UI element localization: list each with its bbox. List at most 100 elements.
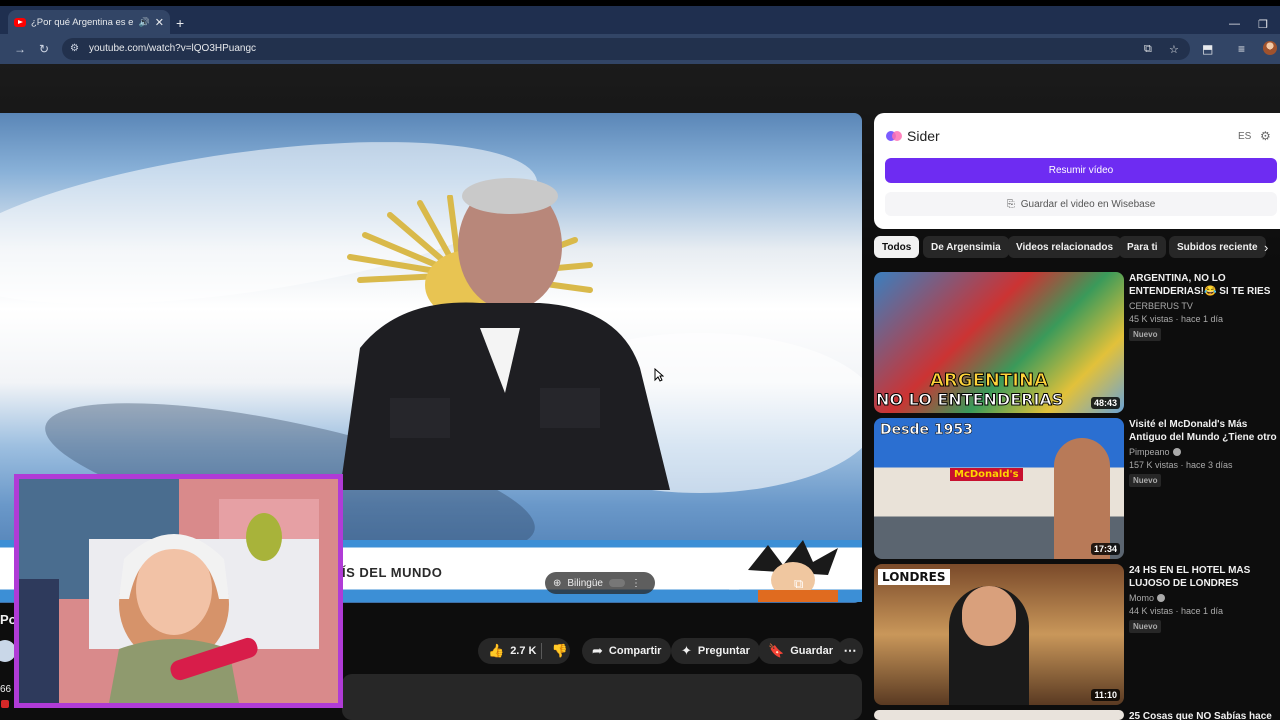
save-to-wisebase-button[interactable]: ⎘ Guardar el video en Wisebase	[885, 192, 1277, 216]
minimize-icon[interactable]: —	[1229, 18, 1240, 30]
recommendation-title[interactable]: ARGENTINA, NO LO ENTENDERIAS!😂 SI TE RIE…	[1129, 272, 1279, 298]
duration-badge: 48:43	[1090, 397, 1120, 409]
sider-title: Sider	[907, 128, 940, 144]
person-face	[962, 586, 1016, 646]
person-figure	[1054, 438, 1110, 559]
save-label: Guardar	[790, 645, 833, 657]
tab-title: ¿Por qué Argentina es el M	[31, 16, 134, 28]
bookmark-icon: 🔖	[768, 643, 785, 658]
new-tab-plus-icon[interactable]: +	[176, 15, 184, 31]
cast-icon[interactable]: ⧉	[1144, 43, 1152, 56]
forward-icon[interactable]: →	[14, 42, 26, 56]
description-box[interactable]	[342, 674, 862, 720]
thumbs-up-icon: 👍	[488, 643, 505, 658]
share-label: Compartir	[608, 645, 662, 657]
recommendation-thumbnail[interactable]: Desde 1953 McDonald's 17:34	[874, 418, 1124, 559]
recommendation-meta: 44 K vistas · hace 1 día	[1129, 606, 1224, 616]
verified-icon	[1157, 594, 1166, 602]
translate-icon: ⊕	[553, 577, 562, 589]
recommendation-channel[interactable]: CERBERUS TV	[1129, 301, 1279, 311]
more-vert-icon[interactable]: ⋮	[631, 578, 641, 589]
sider-language[interactable]: ES	[1238, 131, 1251, 142]
like-divider	[541, 643, 542, 659]
chip-para-ti[interactable]: Para ti	[1119, 236, 1166, 258]
browser-toolbar: → ↻ ⚙ youtube.com/watch?v=lQO3HPuangc ⧉ …	[0, 34, 1280, 64]
verified-icon	[1172, 448, 1181, 456]
recommendation-thumbnail[interactable]: ARGENTINA NO LO ENTENDERIAS 48:43	[874, 272, 1124, 413]
channel-name: Pimpeano	[1129, 447, 1170, 457]
recommendation-channel[interactable]: Pimpeano	[1129, 447, 1279, 457]
youtube-favicon-icon	[14, 17, 26, 27]
wisebase-label: Guardar el video en Wisebase	[1020, 198, 1156, 210]
chip-todos[interactable]: Todos	[874, 236, 920, 258]
chip-subidos-recientes[interactable]: Subidos reciente	[1169, 236, 1266, 258]
sider-settings-icon[interactable]: ⚙	[1260, 129, 1271, 143]
tab-close-icon[interactable]: ✕	[155, 16, 164, 29]
recommendation-meta: 157 K vistas · hace 3 días	[1129, 460, 1233, 470]
bilingual-toggle[interactable]	[608, 579, 625, 587]
recommendation-title[interactable]: 25 Cosas que NO Sabías hace 5	[1129, 710, 1279, 720]
ask-button[interactable]: ✦ Preguntar	[671, 638, 760, 664]
banner-text: ÍS DEL MUNDO	[342, 565, 443, 580]
streamer-webcam-image	[19, 479, 338, 703]
recommendation-info[interactable]: 24 HS EN EL HOTEL MAS LUJOSO DE LONDRES …	[1129, 564, 1279, 634]
tab-bar: ¿Por qué Argentina es el M 🔊 ✕ + — ❐	[0, 6, 1280, 34]
autoplay-toggle-icon[interactable]: ⏵	[699, 576, 706, 592]
duration-badge: 17:34	[1090, 543, 1120, 555]
address-bar[interactable]: ⚙ youtube.com/watch?v=lQO3HPuangc ⧉ ☆	[62, 38, 1190, 60]
restore-icon[interactable]: ❐	[1258, 18, 1268, 31]
subtitle-mode-pill[interactable]: ⊕ Bilingüe ⋮	[545, 572, 655, 594]
thumbnail-caption: ARGENTINA	[930, 370, 1049, 392]
new-badge: Nuevo	[1129, 620, 1162, 633]
profile-avatar[interactable]	[1263, 41, 1277, 55]
thumbnail-caption: McDonald's	[950, 468, 1023, 481]
chip-de-argensimia[interactable]: De Argensimia	[923, 236, 1009, 258]
thumbs-down-icon: 👎	[551, 643, 569, 658]
share-icon: ➦	[592, 643, 603, 658]
channel-name: Momo	[1129, 593, 1155, 603]
channel-name: CERBERUS TV	[1129, 301, 1193, 311]
sparkle-icon: ✦	[681, 643, 692, 658]
thumbnail-caption: LONDRES	[878, 569, 950, 585]
recommendation-info[interactable]: ARGENTINA, NO LO ENTENDERIAS!😂 SI TE RIE…	[1129, 272, 1279, 342]
thumbnail-caption: NO LO ENTENDERIAS	[875, 390, 1064, 410]
thumbnail-caption: Desde 1953	[880, 422, 973, 439]
recommendation-info[interactable]: Visité el McDonald's Más Antiguo del Mun…	[1129, 418, 1279, 488]
more-actions-icon[interactable]: ⋯	[837, 638, 863, 664]
subtitles-icon[interactable]: ▤	[728, 576, 740, 592]
captions-label: Bilingüe	[567, 577, 603, 589]
recommendation-channel[interactable]: Momo	[1129, 593, 1279, 603]
dislike-button[interactable]: 👎	[548, 638, 572, 664]
summarize-video-button[interactable]: Resumir vídeo	[885, 158, 1277, 183]
like-count: 2.7 K	[510, 645, 537, 657]
star-icon[interactable]: ☆	[1169, 43, 1179, 56]
new-badge: Nuevo	[1129, 474, 1162, 487]
media-icon[interactable]: ≡	[1238, 42, 1245, 56]
chip-videos-relacionados[interactable]: Videos relacionados	[1008, 236, 1122, 258]
miniplayer-icon[interactable]: ⧉	[794, 576, 803, 592]
recommendation-thumbnail[interactable]	[874, 710, 1124, 720]
audio-icon[interactable]: 🔊	[139, 17, 150, 28]
man-in-black-shirt	[340, 178, 670, 490]
chevron-right-icon[interactable]: ›	[1264, 240, 1268, 255]
reload-icon[interactable]: ↻	[39, 42, 49, 56]
share-button[interactable]: ➦ Compartir	[582, 638, 672, 664]
settings-gear-icon[interactable]: ⚙	[760, 576, 772, 592]
browser-tab[interactable]: ¿Por qué Argentina es el M 🔊 ✕	[8, 10, 170, 34]
duration-badge: 11:10	[1091, 689, 1120, 701]
recommendation-thumbnail[interactable]: LONDRES 11:10	[874, 564, 1124, 705]
fullscreen-icon[interactable]: ⤢	[828, 576, 838, 592]
recommendation-title[interactable]: Visité el McDonald's Más Antiguo del Mun…	[1129, 418, 1279, 444]
live-badge-icon	[1, 700, 9, 708]
streamer-webcam-overlay	[14, 474, 343, 708]
bookmark-icon: ⎘	[1006, 198, 1015, 210]
save-button[interactable]: 🔖 Guardar	[758, 638, 843, 664]
sider-logo-icon	[886, 131, 902, 141]
new-badge: Nuevo	[1129, 328, 1162, 341]
recommendation-title[interactable]: 24 HS EN EL HOTEL MAS LUJOSO DE LONDRES	[1129, 564, 1279, 590]
sider-panel: Sider ES ⚙ Resumir vídeo ⎘ Guardar el vi…	[874, 113, 1280, 229]
site-info-icon[interactable]: ⚙	[70, 43, 79, 54]
recommendation-info[interactable]: 25 Cosas que NO Sabías hace 5	[1129, 710, 1279, 720]
ask-label: Preguntar	[697, 645, 750, 657]
extensions-icon[interactable]: ⬒	[1202, 42, 1213, 56]
